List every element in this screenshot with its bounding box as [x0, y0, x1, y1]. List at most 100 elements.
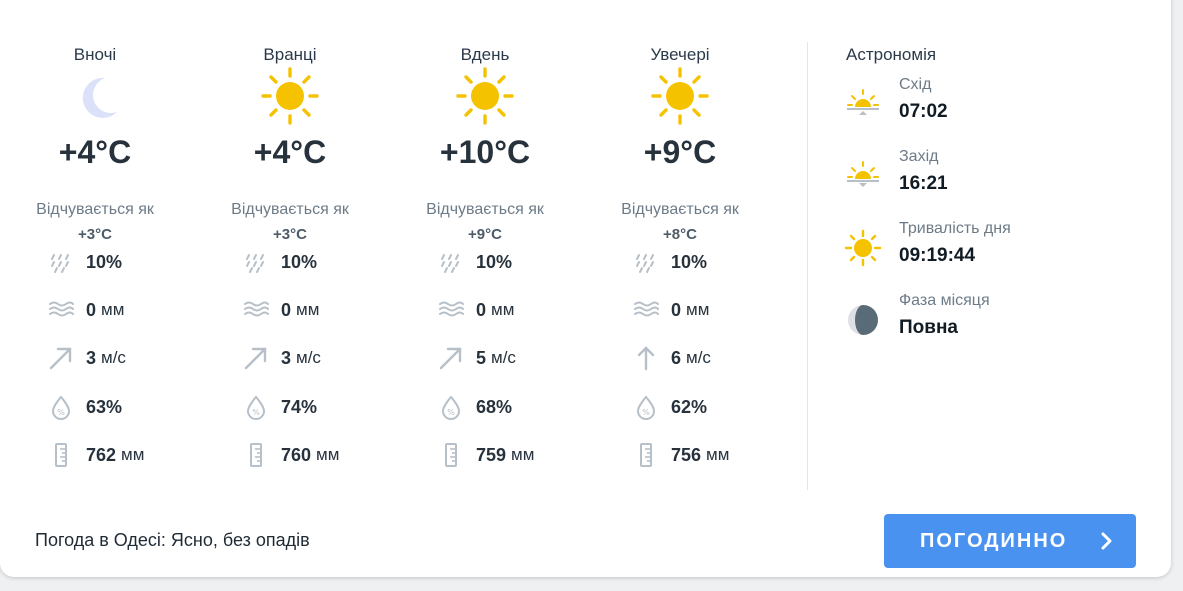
precipitation-chance-value: 10%: [281, 251, 318, 272]
temperature: +4°C: [253, 134, 327, 170]
moon-phase-icon: [848, 305, 878, 335]
day-length-row: Тривалість дня 09:19:44: [843, 220, 1143, 276]
feels-like-label: Відчувається як: [621, 201, 739, 218]
humidity-icon: %: [51, 395, 71, 420]
sunset-time: 16:21: [899, 173, 948, 194]
moon-icon: [82, 77, 117, 118]
temperature: +9°C: [643, 134, 717, 170]
sunset-label: Захід: [899, 148, 939, 165]
precipitation-chance-icon: [441, 254, 459, 273]
temperature: +4°C: [58, 134, 132, 170]
wind-speed-row: 3 м/с: [48, 344, 126, 372]
humidity-value: 62%: [671, 396, 708, 417]
precipitation-amount-row: 0 мм: [633, 296, 709, 324]
period-title: Вночі: [73, 45, 117, 64]
period-title: Вранці: [263, 45, 317, 64]
pressure-row: 756 мм: [633, 441, 729, 469]
feels-like-value: +3°C: [273, 226, 307, 243]
precipitation-amount-icon: [634, 301, 659, 317]
precipitation-amount-row: 0 мм: [243, 296, 319, 324]
feels-like-label: Відчувається як: [231, 201, 349, 218]
pressure-row: 759 мм: [438, 441, 534, 469]
pressure-value: 759: [476, 444, 507, 465]
pressure-icon: [640, 443, 652, 467]
wind-speed-value: 3: [86, 347, 97, 368]
precipitation-chance-icon: [246, 254, 264, 273]
pressure-icon: [55, 443, 67, 467]
wind-speed-unit: м/с: [686, 348, 711, 367]
column-divider: [807, 42, 808, 490]
precipitation-amount-icon: [439, 301, 464, 317]
pressure-unit: мм: [511, 445, 535, 464]
precipitation-amount-value: 0: [86, 299, 97, 320]
pressure-icon: [445, 443, 457, 467]
humidity-icon: %: [636, 395, 656, 420]
precipitation-amount-unit: мм: [491, 300, 515, 319]
precipitation-amount-value: 0: [281, 299, 292, 320]
humidity-row: % 63%: [48, 393, 122, 421]
wind-speed-value: 6: [671, 347, 682, 368]
svg-text:%: %: [57, 408, 65, 417]
humidity-icon: %: [441, 395, 461, 420]
day-length-value: 09:19:44: [899, 245, 976, 266]
sunrise-row: Схід 07:02: [843, 76, 1143, 132]
precipitation-chance-row: 10%: [633, 248, 707, 276]
svg-text:%: %: [642, 408, 650, 417]
precipitation-chance-icon: [636, 254, 654, 273]
feels-like-label: Відчувається як: [426, 201, 544, 218]
humidity-value: 63%: [86, 396, 123, 417]
precipitation-chance-row: 10%: [48, 248, 122, 276]
wind-speed-row: 3 м/с: [243, 344, 321, 372]
precipitation-amount-unit: мм: [296, 300, 320, 319]
day-length-label: Тривалість дня: [899, 220, 1011, 237]
feels-like-value: +3°C: [78, 226, 112, 243]
precipitation-chance-row: 10%: [243, 248, 317, 276]
precipitation-amount-unit: мм: [686, 300, 710, 319]
pressure-row: 762 мм: [48, 441, 144, 469]
hourly-button[interactable]: ПОГОДИННО: [884, 514, 1136, 568]
wind-direction-icon: [439, 347, 462, 370]
svg-text:%: %: [252, 408, 260, 417]
pressure-value: 756: [671, 444, 702, 465]
humidity-row: % 74%: [243, 393, 317, 421]
temperature: +10°C: [439, 134, 531, 170]
wind-direction-icon: [637, 346, 655, 371]
wind-speed-unit: м/с: [491, 348, 516, 367]
sunrise-time: 07:02: [899, 101, 948, 122]
precipitation-amount-unit: мм: [101, 300, 125, 319]
pressure-unit: мм: [706, 445, 730, 464]
pressure-icon: [250, 443, 262, 467]
period-title: Увечері: [650, 45, 710, 64]
wind-speed-row: 6 м/с: [633, 344, 711, 372]
humidity-value: 68%: [476, 396, 513, 417]
sunrise-icon: [847, 89, 879, 115]
weather-summary: Погода в Одесі: Ясно, без опадів: [35, 530, 310, 550]
moon-phase-label: Фаза місяця: [899, 292, 990, 309]
chevron-right-icon: [1101, 532, 1112, 550]
sun-icon: [651, 67, 709, 125]
feels-like-value: +8°C: [663, 226, 697, 243]
svg-text:%: %: [447, 408, 455, 417]
moon-phase-value: Повна: [899, 317, 958, 338]
wind-speed-unit: м/с: [296, 348, 321, 367]
precipitation-chance-icon: [51, 254, 69, 273]
sun-icon: [844, 229, 882, 267]
sun-icon: [456, 67, 514, 125]
pressure-value: 760: [281, 444, 312, 465]
moon-phase-row: Фаза місяця Повна: [843, 292, 1143, 348]
wind-speed-unit: м/с: [101, 348, 126, 367]
feels-like-label: Відчувається як: [36, 201, 154, 218]
sunrise-label: Схід: [899, 76, 932, 93]
astronomy-title: Астрономія: [846, 45, 937, 64]
wind-direction-icon: [244, 347, 267, 370]
pressure-value: 762: [86, 444, 117, 465]
sunset-row: Захід 16:21: [843, 148, 1143, 204]
wind-speed-row: 5 м/с: [438, 344, 516, 372]
pressure-row: 760 мм: [243, 441, 339, 469]
precipitation-chance-value: 10%: [86, 251, 123, 272]
precipitation-amount-value: 0: [476, 299, 487, 320]
wind-speed-value: 5: [476, 347, 487, 368]
feels-like-value: +9°C: [468, 226, 502, 243]
precipitation-amount-row: 0 мм: [48, 296, 124, 324]
pressure-unit: мм: [121, 445, 145, 464]
